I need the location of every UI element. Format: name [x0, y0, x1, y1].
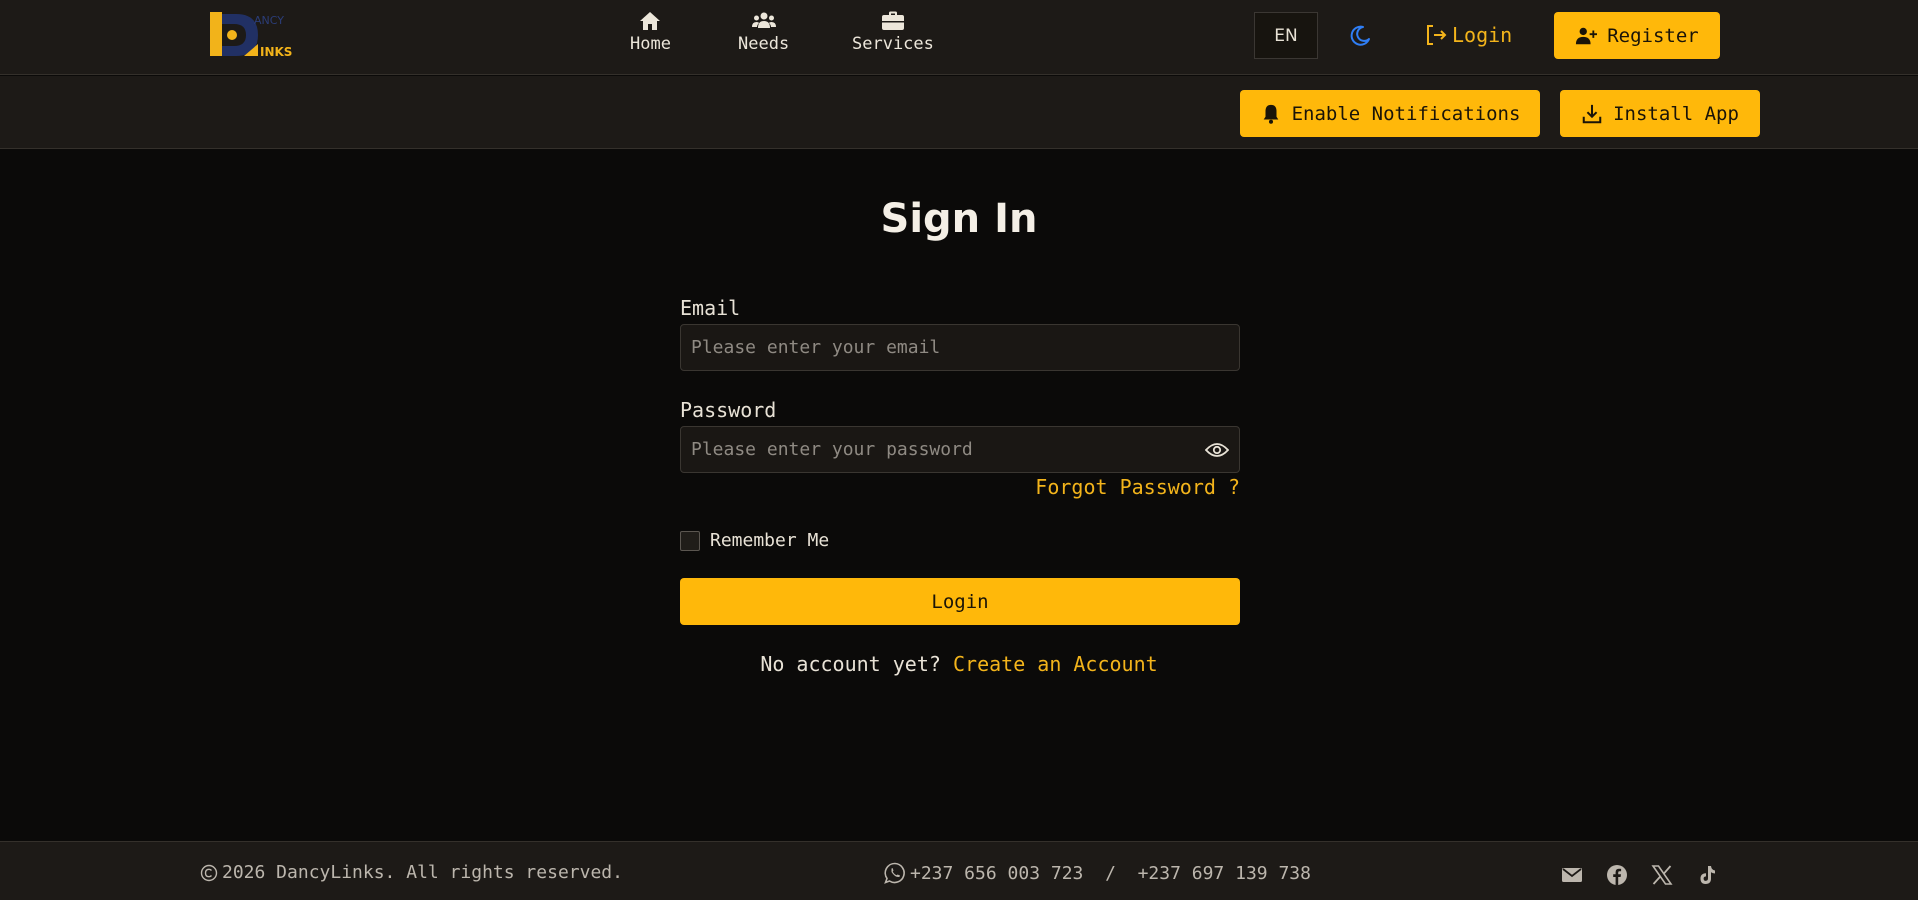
nav-home[interactable]: Home: [630, 10, 671, 54]
whatsapp-icon: [884, 862, 905, 884]
login-submit-label: Login: [931, 590, 989, 613]
login-icon: [1427, 25, 1447, 45]
phone-numbers: +237 656 003 723 / +237 697 139 738: [910, 862, 1311, 884]
nav-needs[interactable]: Needs: [738, 10, 789, 54]
x-icon[interactable]: [1651, 864, 1673, 886]
password-placeholder: Please enter your password: [691, 439, 973, 460]
eye-icon[interactable]: [1205, 439, 1229, 461]
briefcase-icon: [881, 11, 904, 30]
password-field[interactable]: Please enter your password: [680, 426, 1240, 473]
nav-services-label: Services: [852, 34, 934, 54]
footer: 2026 DancyLinks. All rights reserved. +2…: [0, 841, 1918, 900]
install-app-button[interactable]: Install App: [1560, 90, 1760, 137]
language-selector[interactable]: EN: [1254, 12, 1318, 59]
mail-icon[interactable]: [1561, 864, 1583, 886]
register-button[interactable]: Register: [1554, 12, 1720, 59]
login-submit-button[interactable]: Login: [680, 578, 1240, 625]
home-icon: [640, 12, 661, 30]
dancylinks-logo[interactable]: ANCY INKS: [208, 10, 304, 60]
nav-needs-label: Needs: [738, 34, 790, 54]
enable-notifications-label: Enable Notifications: [1291, 102, 1521, 125]
copyright: 2026 DancyLinks. All rights reserved.: [200, 862, 623, 883]
email-placeholder: Please enter your email: [691, 337, 941, 358]
download-icon: [1582, 104, 1602, 123]
no-account-prompt: No account yet? Create an Account: [0, 652, 1918, 676]
tiktok-icon[interactable]: [1696, 864, 1718, 886]
header-login-label: Login: [1452, 23, 1513, 47]
facebook-icon[interactable]: [1606, 864, 1628, 886]
user-plus-icon: [1576, 27, 1598, 44]
top-navbar: ANCY INKS Home Needs Services EN Login R…: [0, 0, 1918, 75]
register-label: Register: [1607, 24, 1699, 47]
page-title: Sign In: [880, 196, 1038, 242]
create-account-link[interactable]: Create an Account: [953, 652, 1158, 676]
remember-me-label[interactable]: Remember Me: [710, 530, 829, 551]
copyright-icon: [200, 864, 218, 881]
moon-icon[interactable]: [1348, 24, 1372, 48]
password-label: Password: [680, 398, 777, 422]
enable-notifications-button[interactable]: Enable Notifications: [1240, 90, 1540, 137]
remember-me-checkbox[interactable]: [680, 531, 700, 551]
copyright-text: 2026 DancyLinks. All rights reserved.: [222, 862, 623, 883]
bell-icon: [1263, 104, 1278, 124]
svg-text:INKS: INKS: [260, 45, 292, 59]
contact-phones[interactable]: +237 656 003 723 / +237 697 139 738: [884, 862, 1311, 884]
forgot-password-link[interactable]: Forgot Password ?: [1035, 475, 1240, 499]
svg-text:ANCY: ANCY: [254, 14, 284, 27]
header-login-link[interactable]: Login: [1424, 18, 1512, 52]
email-field[interactable]: Please enter your email: [680, 324, 1240, 371]
nav-home-label: Home: [630, 34, 671, 54]
email-label: Email: [680, 296, 741, 320]
users-icon: [751, 12, 776, 28]
install-app-label: Install App: [1613, 102, 1739, 125]
action-bar: Enable Notifications Install App: [0, 76, 1918, 149]
no-account-text: No account yet?: [760, 652, 941, 676]
nav-services[interactable]: Services: [852, 10, 934, 54]
